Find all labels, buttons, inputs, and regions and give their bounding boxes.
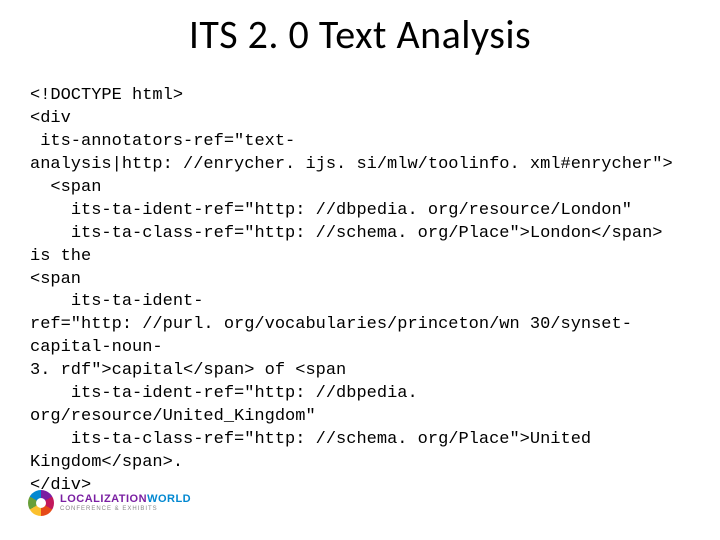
logo-main-text: LOCALIZATIONWORLD (60, 494, 191, 505)
footer-logo: LOCALIZATIONWORLD CONFERENCE & EXHIBITS (28, 490, 191, 516)
logo-text: LOCALIZATIONWORLD CONFERENCE & EXHIBITS (60, 494, 191, 512)
logo-swirl-icon (28, 490, 54, 516)
code-block: <!DOCTYPE html> <div its-annotators-ref=… (30, 85, 690, 498)
slide: ITS 2. 0 Text Analysis <!DOCTYPE html> <… (0, 0, 720, 540)
slide-title: ITS 2. 0 Text Analysis (0, 10, 720, 59)
logo-subtext: CONFERENCE & EXHIBITS (60, 506, 191, 512)
logo-word-localization: LOCALIZATION (60, 493, 147, 505)
logo-word-world: WORLD (147, 493, 191, 505)
